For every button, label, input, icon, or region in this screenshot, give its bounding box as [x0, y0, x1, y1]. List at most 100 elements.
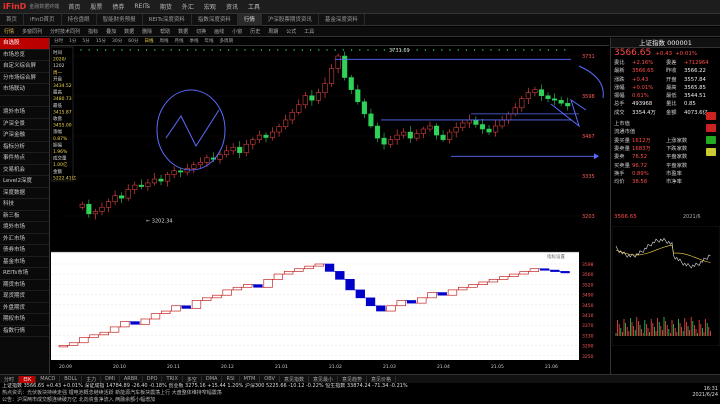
candle-body	[105, 201, 112, 208]
menu-item-bond[interactable]: 债券	[107, 2, 129, 11]
sidebar-item[interactable]: 自定义综合屏	[0, 61, 49, 73]
time-axis-label: 20.12	[221, 364, 234, 370]
candle-body	[545, 95, 551, 99]
sidebar-item[interactable]: 市场总览	[0, 50, 49, 61]
indicator-tab[interactable]: DMI	[101, 376, 120, 382]
side-yellow-button[interactable]	[706, 148, 716, 156]
indicator-tab[interactable]: DMA	[202, 376, 223, 382]
quote-cell: 平盘家数	[666, 154, 688, 161]
indicator-tab[interactable]: 主力	[82, 375, 102, 383]
side-red-button-2[interactable]	[706, 124, 716, 132]
sidebar-item[interactable]: 市场联动	[0, 84, 49, 96]
candle-body	[368, 113, 374, 127]
indicator-tab[interactable]: 意见趋势	[338, 375, 367, 383]
toolbar-help[interactable]: 帮助	[156, 28, 174, 35]
sidebar-item[interactable]	[0, 96, 49, 107]
candle-body	[499, 119, 505, 127]
toolbar-overlay[interactable]: 叠加	[102, 28, 120, 35]
toolbar-data2[interactable]: 数据	[174, 28, 192, 35]
sidebar-item[interactable]: 期权市场	[0, 314, 49, 326]
toolbar-small[interactable]: 小窗	[228, 28, 246, 35]
sidebar-item[interactable]: 事件热点	[0, 153, 49, 165]
sidebar-item[interactable]: 自选股	[0, 38, 49, 50]
indicator-tab[interactable]: BOLL	[60, 376, 83, 382]
indicator-tab[interactable]: MTM	[240, 376, 261, 382]
indicator-tab[interactable]: 多空	[183, 375, 202, 383]
signal-dot	[137, 49, 140, 51]
menu-item-futures[interactable]: 期货	[155, 2, 177, 11]
chart-area[interactable]: 3731 3598 3467 3335 3203 时间 2020/1202 周一 开盘 3434.…	[50, 38, 609, 374]
side-red-button[interactable]	[706, 112, 716, 120]
menu-item-macro[interactable]: 宏观	[199, 2, 221, 11]
sidebar-item[interactable]: 指标分析	[0, 142, 49, 153]
toolbar-multi-window[interactable]: 多窗同列	[18, 28, 46, 35]
tab-ifind-home[interactable]: iFinD首页	[24, 13, 62, 26]
sidebar-item[interactable]: REITs市场	[0, 268, 49, 280]
indicator-tab[interactable]: OBV	[260, 376, 280, 382]
toolbar-data[interactable]: 数据	[120, 28, 138, 35]
quote-cell: 委卖	[614, 154, 625, 161]
sidebar-item[interactable]: 分市场综合屏	[0, 73, 49, 84]
toolbar-formula[interactable]: 公式	[282, 28, 300, 35]
indicator-tab[interactable]: RSI	[222, 376, 240, 382]
candle-body	[427, 125, 433, 130]
menu-item-home[interactable]: 首页	[63, 2, 85, 11]
toolbar-draw[interactable]: 画线	[210, 28, 228, 35]
menu-item-stock[interactable]: 股票	[85, 2, 107, 11]
tab-quotes[interactable]: 行情	[237, 13, 262, 26]
sidebar-item[interactable]: 外盘期货	[0, 303, 49, 314]
toolbar-switch[interactable]: 切换	[192, 28, 210, 35]
sidebar-item[interactable]: 新三板	[0, 211, 49, 222]
news-ticker: 上证指数 3566.65 +0.43 +0.01% 深证成指 14784.89 …	[0, 383, 720, 404]
indicator-tab[interactable]: 分时	[0, 375, 20, 383]
tab-finance-forecast[interactable]: 智能财务预报	[97, 13, 143, 26]
menu-item-news[interactable]: 资讯	[221, 2, 243, 11]
indicator-tab[interactable]: 日K	[19, 375, 37, 383]
sidebar-item[interactable]: 沪深全景	[0, 119, 49, 130]
tab-reits[interactable]: REITs深度资料	[143, 13, 192, 26]
kline-chart[interactable]: 3731 3598 3467 3335 3203 时间2020/1202周一开盘3434.…	[50, 38, 609, 374]
menu-item-forex[interactable]: 外汇	[177, 2, 199, 11]
indicator-tab[interactable]: MACD	[36, 376, 61, 382]
sidebar-item[interactable]: 外汇市场	[0, 234, 49, 245]
indicator-tab[interactable]: DPO	[143, 376, 163, 382]
menu-item-tools[interactable]: 工具	[243, 2, 265, 11]
tab-stock-futures[interactable]: 沪深股票期货资讯	[262, 13, 319, 26]
sidebar-item[interactable]: 期货市场	[0, 280, 49, 291]
toolbar-quotes[interactable]: 行情	[0, 28, 18, 35]
toolbar-tools[interactable]: 工具	[300, 28, 318, 35]
side-green-button[interactable]	[706, 136, 716, 144]
candle-body	[125, 189, 131, 199]
sidebar-item[interactable]: 沪深金融	[0, 130, 49, 142]
menu-item-reits[interactable]: REITs	[129, 3, 155, 10]
tab-holdings[interactable]: 持仓盘眼	[62, 13, 97, 26]
indicator-tab[interactable]: 意见最小	[309, 375, 338, 383]
indicator-tab[interactable]: ARBR	[120, 376, 143, 382]
sidebar-item[interactable]: 科技	[0, 199, 49, 211]
indicator-tab[interactable]: 意见价格	[367, 375, 396, 383]
candle-body	[99, 206, 105, 212]
toolbar-period[interactable]: 周期	[264, 28, 282, 35]
toolbar-split-view[interactable]: 分时技术同列	[46, 28, 84, 35]
sidebar-item[interactable]: 深度数据	[0, 188, 49, 199]
sidebar-item[interactable]: 指数行情	[0, 326, 49, 337]
toolbar-history[interactable]: 历史	[246, 28, 264, 35]
tab-bar: 首页 iFinD首页 持仓盘眼 智能财务预报 REITs深度资料 指数深度资料 …	[0, 13, 720, 26]
step-bar	[109, 326, 120, 333]
toolbar-delete[interactable]: 删除	[138, 28, 156, 35]
sidebar-item[interactable]: 现货期货	[0, 291, 49, 303]
indicator-tab[interactable]: TRIX	[162, 376, 183, 382]
tab-home[interactable]: 首页	[0, 13, 25, 26]
sidebar-item[interactable]: 债券市场	[0, 245, 49, 257]
sidebar-item[interactable]: 境外市场	[0, 107, 49, 119]
mini-intraday-chart[interactable]	[612, 226, 720, 346]
indicator-tab[interactable]: 意见指数	[280, 375, 309, 383]
tab-fund[interactable]: 基金深度资料	[319, 13, 365, 26]
sidebar-item[interactable]: Level2深度	[0, 176, 49, 188]
toolbar-indicator[interactable]: 指标	[84, 28, 102, 35]
tab-index[interactable]: 指数深度资料	[192, 13, 238, 26]
sidebar-item[interactable]: 交易机会	[0, 165, 49, 176]
sidebar-item[interactable]: 基金市场	[0, 257, 49, 268]
sidebar-item[interactable]: 境外市场	[0, 222, 49, 234]
signal-dot	[309, 49, 312, 51]
